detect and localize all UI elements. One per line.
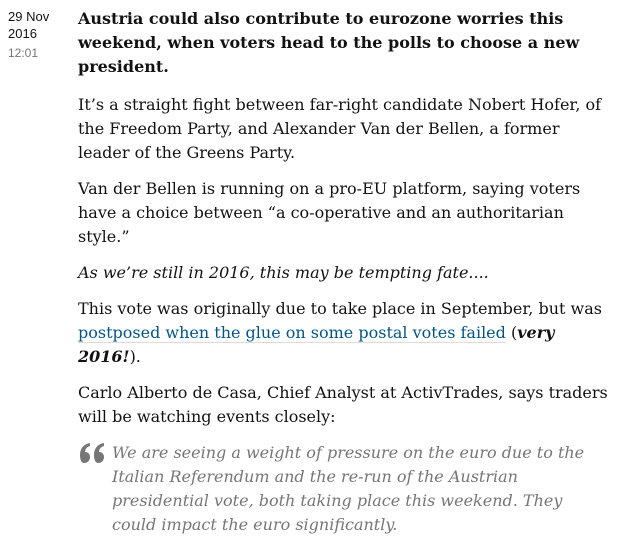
entry-lead: Austria could also contribute to eurozon… (78, 9, 580, 76)
analyst-quote: We are seeing a weight of pressure on th… (78, 441, 608, 537)
entry-paragraph-aside: As we’re still in 2016, this may be temp… (78, 263, 489, 282)
postponed-open-paren: ( (505, 323, 518, 342)
timestamp-date-day: 29 Nov (8, 9, 50, 24)
entry-paragraph-platform: Van der Bellen is running on a pro-EU pl… (78, 179, 581, 246)
entry-paragraph-candidates: It’s a straight fight between far-right … (78, 95, 602, 162)
timestamp-time: 12:01 (8, 46, 39, 60)
entry-paragraph-analyst: Carlo Alberto de Casa, Chief Analyst at … (78, 383, 608, 426)
quote-text: We are seeing a weight of pressure on th… (112, 443, 585, 534)
quote-icon (80, 443, 104, 463)
timestamp-date-year: 2016 (8, 26, 37, 41)
postponed-link[interactable]: postposed when the glue on some postal v… (78, 323, 506, 343)
postponed-close-paren: ). (129, 347, 141, 366)
entry-paragraph-postponed: This vote was originally due to take pla… (78, 297, 608, 369)
postponed-text: This vote was originally due to take pla… (78, 299, 602, 318)
live-blog-entry: Austria could also contribute to eurozon… (78, 7, 608, 537)
entry-timestamp: 29 Nov 2016 12:01 (8, 8, 64, 61)
